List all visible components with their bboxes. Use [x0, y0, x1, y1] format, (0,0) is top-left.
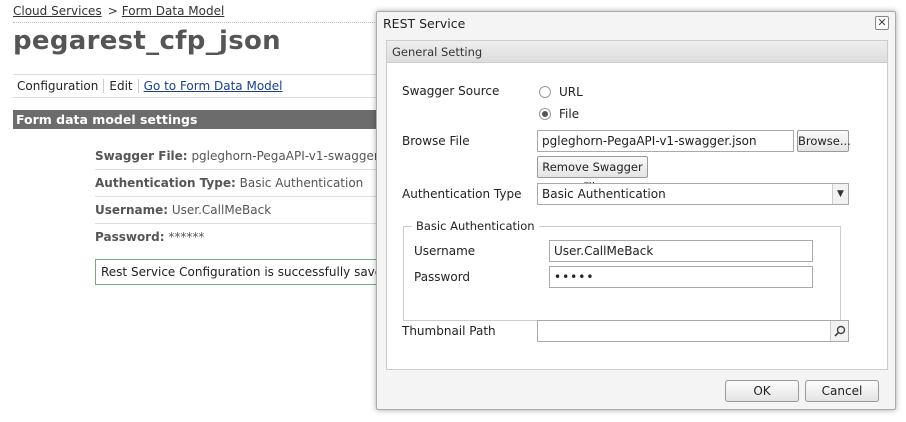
breadcrumb-form-data-model[interactable]: Form Data Model: [122, 4, 225, 18]
tab-go-to-form-data-model[interactable]: Go to Form Data Model: [139, 79, 288, 93]
radio-url[interactable]: URL: [539, 85, 583, 99]
setting-password: Password: ******: [95, 224, 385, 251]
breadcrumb-separator: >: [107, 4, 118, 18]
basic-authentication-group: Basic Authentication Username User.CallM…: [403, 219, 841, 321]
breadcrumb-cloud-services[interactable]: Cloud Services: [13, 4, 102, 18]
browse-file-label: Browse File: [402, 134, 470, 148]
setting-label: Password:: [95, 230, 165, 244]
browse-button[interactable]: Browse...: [797, 130, 851, 152]
radio-file-dot[interactable]: [539, 108, 551, 120]
panel-header: General Setting: [387, 41, 887, 63]
ok-button[interactable]: OK: [725, 380, 799, 402]
general-setting-panel: General Setting Swagger Source URL File …: [386, 40, 888, 370]
chevron-down-icon[interactable]: ▼: [832, 184, 848, 204]
search-icon[interactable]: [830, 321, 848, 341]
swagger-source-label: Swagger Source: [402, 84, 500, 98]
radio-file[interactable]: File: [539, 107, 579, 121]
password-label: Password: [414, 270, 471, 284]
setting-value: ******: [168, 230, 205, 244]
setting-label: Authentication Type:: [95, 176, 236, 190]
tab-edit[interactable]: Edit: [104, 79, 139, 93]
password-input[interactable]: •••••: [549, 266, 813, 288]
setting-authentication-type: Authentication Type: Basic Authenticatio…: [95, 170, 385, 197]
setting-value: User.CallMeBack: [171, 203, 272, 217]
thumbnail-path-label: Thumbnail Path: [402, 324, 496, 338]
setting-label: Username:: [95, 203, 169, 217]
title-divider: [13, 22, 383, 23]
authentication-type-value: Basic Authentication: [542, 187, 666, 201]
success-message: Rest Service Configuration is successful…: [95, 259, 385, 285]
authentication-type-label: Authentication Type: [402, 187, 522, 201]
cancel-button[interactable]: Cancel: [805, 380, 879, 402]
setting-username: Username: User.CallMeBack: [95, 197, 385, 224]
page-title: pegarest_cfp_json: [13, 26, 281, 56]
setting-swagger-file: Swagger File: pgleghorn-PegaAPI-v1-swagg…: [95, 143, 406, 170]
username-input[interactable]: User.CallMeBack: [549, 240, 813, 262]
page-tabs: Configuration Edit Go to Form Data Model: [13, 74, 383, 98]
setting-label: Swagger File:: [95, 149, 188, 163]
radio-url-label: URL: [559, 85, 583, 99]
close-icon[interactable]: ✕: [875, 16, 889, 30]
section-header: Form data model settings: [13, 110, 383, 129]
rest-service-dialog: REST Service ✕ General Setting Swagger S…: [376, 11, 896, 410]
authentication-type-select[interactable]: Basic Authentication ▼: [537, 183, 849, 205]
basic-authentication-legend: Basic Authentication: [412, 219, 539, 233]
dialog-title: REST Service: [383, 16, 466, 31]
browse-file-input[interactable]: pgleghorn-PegaAPI-v1-swagger.json: [537, 130, 794, 152]
username-label: Username: [414, 244, 476, 258]
radio-file-label: File: [559, 107, 580, 121]
remove-swagger-file-button[interactable]: Remove Swagger File: [537, 156, 648, 194]
setting-value: pgleghorn-PegaAPI-v1-swagger.json: [191, 149, 407, 163]
breadcrumb: Cloud Services > Form Data Model: [13, 4, 224, 18]
tab-configuration[interactable]: Configuration: [13, 79, 105, 93]
setting-value: Basic Authentication: [239, 176, 364, 190]
radio-url-dot[interactable]: [539, 86, 551, 98]
settings-list: Swagger File: pgleghorn-PegaAPI-v1-swagg…: [95, 143, 406, 251]
thumbnail-path-input[interactable]: [537, 320, 849, 342]
